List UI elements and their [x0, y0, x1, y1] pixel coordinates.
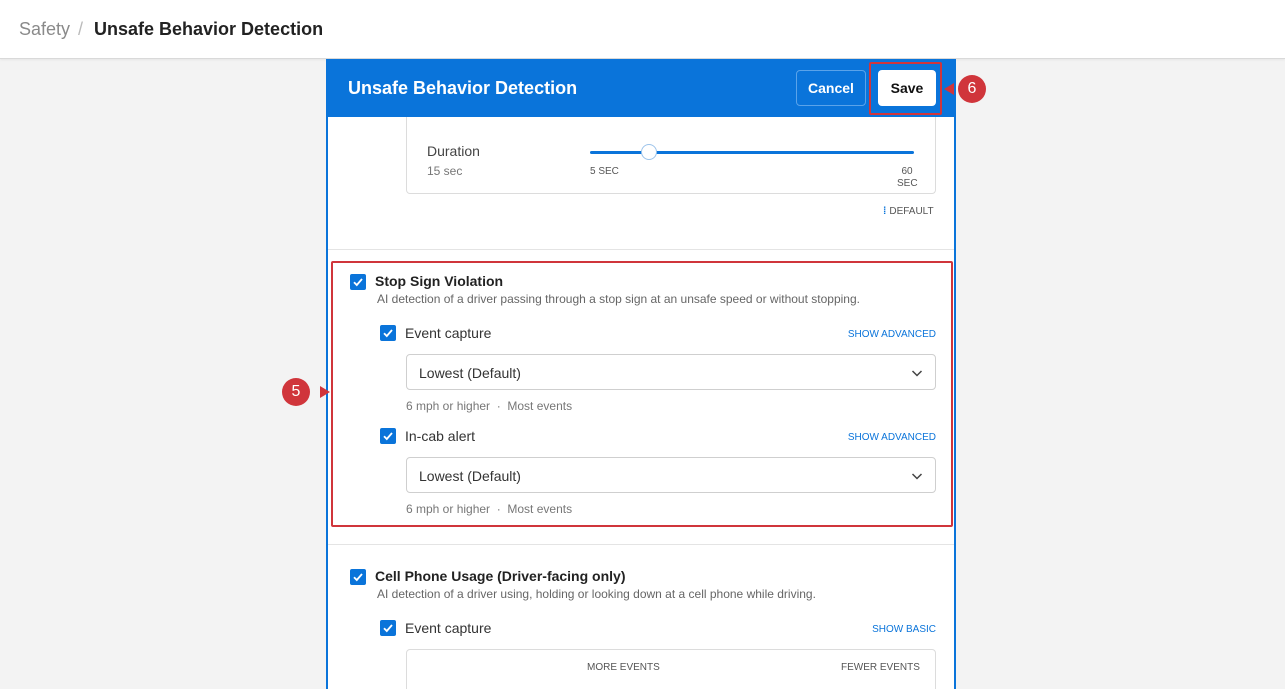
panel-title: Unsafe Behavior Detection [348, 78, 578, 98]
panel-header: Unsafe Behavior Detection Cancel Save [328, 59, 954, 117]
duration-slider-track[interactable] [590, 151, 914, 154]
breadcrumb-safety[interactable]: Safety [19, 19, 70, 40]
cell-phone-checkbox[interactable] [350, 569, 366, 585]
duration-value: 15 sec [427, 164, 463, 178]
cancel-button[interactable]: Cancel [796, 70, 866, 106]
cell-phone-event-capture-checkbox[interactable] [380, 620, 396, 636]
duration-label: Duration [427, 143, 480, 159]
checkmark-icon [383, 624, 393, 633]
page-title: Unsafe Behavior Detection [94, 19, 324, 39]
checkmark-icon [353, 573, 363, 582]
duration-box: Duration 15 sec 5 SEC 60 SEC [406, 117, 936, 194]
duration-slider-thumb[interactable] [641, 144, 657, 160]
cell-phone-title: Cell Phone Usage (Driver-facing only) [375, 568, 626, 584]
default-marker-icon: ⁞ [883, 206, 887, 217]
highlight-box-step-6 [869, 62, 942, 115]
top-bar: Safety / Unsafe Behavior Detection [0, 0, 1285, 59]
slider-max-label: 60 SEC [897, 166, 918, 189]
breadcrumb-separator: / [78, 19, 84, 39]
default-link[interactable]: ⁞ DEFAULT [883, 206, 934, 217]
highlight-box-step-5 [331, 261, 953, 527]
event-capture-label: Event capture [405, 620, 492, 636]
more-events-label: MORE EVENTS [587, 662, 660, 673]
step-5-marker: 5 [282, 378, 330, 406]
cell-phone-description: AI detection of a driver using, holding … [377, 587, 816, 601]
show-basic-link[interactable]: SHOW BASIC [836, 624, 936, 635]
cell-phone-section: Cell Phone Usage (Driver-facing only) AI… [328, 544, 954, 689]
slider-min-label: 5 SEC [590, 166, 619, 177]
event-level-box[interactable]: MORE EVENTS FEWER EVENTS [406, 649, 936, 689]
fewer-events-label: FEWER EVENTS [841, 662, 920, 673]
step-6-marker: 6 [944, 75, 986, 103]
